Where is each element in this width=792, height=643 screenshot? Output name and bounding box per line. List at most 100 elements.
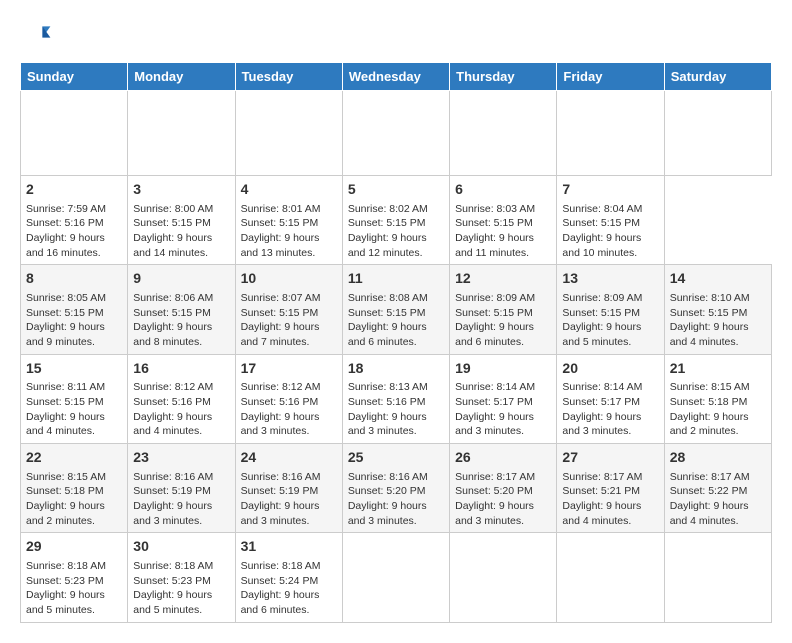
day-number: 11 bbox=[348, 269, 444, 289]
day-cell-18: 18Sunrise: 8:13 AMSunset: 5:16 PMDayligh… bbox=[342, 354, 449, 443]
sunrise: Sunrise: 8:16 AM bbox=[348, 471, 428, 483]
sunset: Sunset: 5:16 PM bbox=[133, 396, 211, 408]
day-number: 2 bbox=[26, 180, 122, 200]
daylight: Daylight: 9 hours and 2 minutes. bbox=[670, 411, 749, 438]
week-row-5: 22 Sunrise: 8:15 AM Sunset: 5:18 PM Dayligh… bbox=[21, 444, 772, 533]
sunrise: Sunrise: 8:05 AM bbox=[26, 292, 106, 304]
day-number: 28 bbox=[670, 448, 766, 468]
week-row-6: 29 Sunrise: 8:18 AM Sunset: 5:23 PM Dayligh… bbox=[21, 533, 772, 622]
day-number: 6 bbox=[455, 180, 551, 200]
sunset: Sunset: 5:16 PM bbox=[348, 396, 426, 408]
empty-cell bbox=[557, 91, 664, 176]
daylight: Daylight: 9 hours and 6 minutes. bbox=[348, 321, 427, 348]
day-number: 25 bbox=[348, 448, 444, 468]
sunrise: Sunrise: 8:09 AM bbox=[562, 292, 642, 304]
sunset: Sunset: 5:23 PM bbox=[26, 575, 104, 587]
day-cell-9: 9Sunrise: 8:06 AMSunset: 5:15 PMDaylight… bbox=[128, 265, 235, 354]
day-number: 23 bbox=[133, 448, 229, 468]
column-header-wednesday: Wednesday bbox=[342, 63, 449, 91]
day-number: 22 bbox=[26, 448, 122, 468]
sunrise: Sunrise: 8:13 AM bbox=[348, 381, 428, 393]
day-number: 5 bbox=[348, 180, 444, 200]
sunrise: Sunrise: 8:16 AM bbox=[133, 471, 213, 483]
sunrise: Sunrise: 8:18 AM bbox=[26, 560, 106, 572]
sunset: Sunset: 5:15 PM bbox=[455, 217, 533, 229]
day-cell-30: 30Sunrise: 8:18 AMSunset: 5:23 PMDayligh… bbox=[128, 533, 235, 622]
sunset: Sunset: 5:24 PM bbox=[241, 575, 319, 587]
day-cell-6: 6Sunrise: 8:03 AMSunset: 5:15 PMDaylight… bbox=[450, 176, 557, 265]
sunrise: Sunrise: 8:04 AM bbox=[562, 203, 642, 215]
sunset: Sunset: 5:16 PM bbox=[241, 396, 319, 408]
sunset: Sunset: 5:16 PM bbox=[26, 217, 104, 229]
day-cell-15: 15Sunrise: 8:11 AMSunset: 5:15 PMDayligh… bbox=[21, 354, 128, 443]
day-cell-31: 31Sunrise: 8:18 AMSunset: 5:24 PMDayligh… bbox=[235, 533, 342, 622]
empty-cell bbox=[128, 91, 235, 176]
day-number: 13 bbox=[562, 269, 658, 289]
empty-cell bbox=[664, 533, 771, 622]
sunrise: Sunrise: 8:12 AM bbox=[241, 381, 321, 393]
daylight: Daylight: 9 hours and 9 minutes. bbox=[26, 321, 105, 348]
day-cell-10: 10Sunrise: 8:07 AMSunset: 5:15 PMDayligh… bbox=[235, 265, 342, 354]
sunrise: Sunrise: 8:17 AM bbox=[562, 471, 642, 483]
day-number: 3 bbox=[133, 180, 229, 200]
daylight: Daylight: 9 hours and 2 minutes. bbox=[26, 500, 105, 527]
sunset: Sunset: 5:15 PM bbox=[562, 217, 640, 229]
column-header-tuesday: Tuesday bbox=[235, 63, 342, 91]
calendar-table: SundayMondayTuesdayWednesdayThursdayFrid… bbox=[20, 62, 772, 623]
sunset: Sunset: 5:23 PM bbox=[133, 575, 211, 587]
day-cell-21: 21Sunrise: 8:15 AMSunset: 5:18 PMDayligh… bbox=[664, 354, 771, 443]
sunrise: Sunrise: 8:02 AM bbox=[348, 203, 428, 215]
empty-cell bbox=[557, 533, 664, 622]
day-cell-16: 16Sunrise: 8:12 AMSunset: 5:16 PMDayligh… bbox=[128, 354, 235, 443]
daylight: Daylight: 9 hours and 3 minutes. bbox=[455, 411, 534, 438]
week-row-1 bbox=[21, 91, 772, 176]
column-header-saturday: Saturday bbox=[664, 63, 771, 91]
day-cell-28: 28Sunrise: 8:17 AMSunset: 5:22 PMDayligh… bbox=[664, 444, 771, 533]
daylight: Daylight: 9 hours and 5 minutes. bbox=[26, 589, 105, 616]
day-number: 29 bbox=[26, 537, 122, 557]
empty-cell bbox=[235, 91, 342, 176]
sunrise: Sunrise: 8:15 AM bbox=[26, 471, 106, 483]
logo bbox=[20, 20, 56, 52]
daylight: Daylight: 9 hours and 4 minutes. bbox=[26, 411, 105, 438]
sunrise: Sunrise: 8:16 AM bbox=[241, 471, 321, 483]
day-cell-8: 8Sunrise: 8:05 AMSunset: 5:15 PMDaylight… bbox=[21, 265, 128, 354]
day-cell-7: 7Sunrise: 8:04 AMSunset: 5:15 PMDaylight… bbox=[557, 176, 664, 265]
day-number: 31 bbox=[241, 537, 337, 557]
sunset: Sunset: 5:18 PM bbox=[26, 485, 104, 497]
daylight: Daylight: 9 hours and 3 minutes. bbox=[455, 500, 534, 527]
daylight: Daylight: 9 hours and 6 minutes. bbox=[241, 589, 320, 616]
week-row-4: 15Sunrise: 8:11 AMSunset: 5:15 PMDayligh… bbox=[21, 354, 772, 443]
sunrise: Sunrise: 8:08 AM bbox=[348, 292, 428, 304]
day-cell-29: 29 Sunrise: 8:18 AM Sunset: 5:23 PM Dayligh… bbox=[21, 533, 128, 622]
day-cell-11: 11Sunrise: 8:08 AMSunset: 5:15 PMDayligh… bbox=[342, 265, 449, 354]
day-cell-4: 4Sunrise: 8:01 AMSunset: 5:15 PMDaylight… bbox=[235, 176, 342, 265]
sunrise: Sunrise: 8:14 AM bbox=[455, 381, 535, 393]
sunset: Sunset: 5:20 PM bbox=[455, 485, 533, 497]
day-number: 17 bbox=[241, 359, 337, 379]
logo-icon bbox=[20, 20, 52, 52]
day-cell-23: 23Sunrise: 8:16 AMSunset: 5:19 PMDayligh… bbox=[128, 444, 235, 533]
daylight: Daylight: 9 hours and 12 minutes. bbox=[348, 232, 427, 259]
sunrise: Sunrise: 8:18 AM bbox=[133, 560, 213, 572]
daylight: Daylight: 9 hours and 3 minutes. bbox=[348, 500, 427, 527]
daylight: Daylight: 9 hours and 3 minutes. bbox=[241, 411, 320, 438]
day-number: 4 bbox=[241, 180, 337, 200]
sunset: Sunset: 5:15 PM bbox=[241, 307, 319, 319]
sunset: Sunset: 5:15 PM bbox=[348, 217, 426, 229]
sunrise: Sunrise: 8:07 AM bbox=[241, 292, 321, 304]
column-header-thursday: Thursday bbox=[450, 63, 557, 91]
week-row-3: 8 Sunrise: 8:05 AM Sunset: 5:15 PM Daylight… bbox=[21, 265, 772, 354]
day-cell-14: 14Sunrise: 8:10 AMSunset: 5:15 PMDayligh… bbox=[664, 265, 771, 354]
sunrise: Sunrise: 7:59 AM bbox=[26, 203, 106, 215]
empty-cell bbox=[450, 91, 557, 176]
day-number: 8 bbox=[26, 269, 122, 289]
daylight: Daylight: 9 hours and 5 minutes. bbox=[133, 589, 212, 616]
sunrise: Sunrise: 8:01 AM bbox=[241, 203, 321, 215]
day-cell-5: 5 Sunrise: 8:02 AM Sunset: 5:15 PM Daylight… bbox=[342, 176, 449, 265]
day-cell-3: 3Sunrise: 8:00 AMSunset: 5:15 PMDaylight… bbox=[128, 176, 235, 265]
day-number: 19 bbox=[455, 359, 551, 379]
day-number: 10 bbox=[241, 269, 337, 289]
column-header-friday: Friday bbox=[557, 63, 664, 91]
day-cell-12: 12Sunrise: 8:09 AMSunset: 5:15 PMDayligh… bbox=[450, 265, 557, 354]
